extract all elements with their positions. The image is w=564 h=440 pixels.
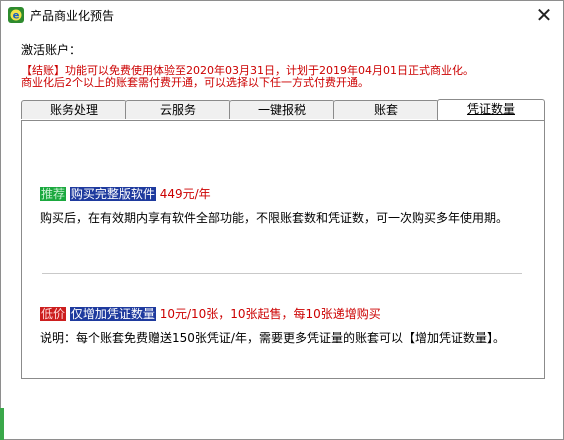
tab-tax-filing[interactable]: 一键报税 [229, 100, 335, 119]
tab-label: 账务处理 [49, 103, 98, 117]
offer-full-version: 推荐 购买完整版软件 449元/年 [40, 185, 211, 202]
recommend-badge: 推荐 [40, 187, 67, 201]
voucher-price: 10元/10张，10张起售，每10张递增购买 [159, 307, 381, 321]
account-label: 激活账户： [21, 43, 82, 57]
notice-text: 【结账】功能可以免费使用体验至2020年03月31日，计划于2019年04月01… [21, 65, 474, 89]
close-button[interactable]: ✕ [531, 3, 557, 27]
offer-voucher-addon: 低价 仅增加凭证数量 10元/10张，10张起售，每10张递增购买 [40, 305, 381, 322]
low-price-badge: 低价 [40, 307, 67, 321]
tab-accounting[interactable]: 账务处理 [21, 100, 127, 119]
buy-vouchers-link[interactable]: 仅增加凭证数量 [69, 307, 156, 321]
svg-text:e: e [13, 11, 20, 22]
close-icon: ✕ [535, 3, 553, 27]
tab-label: 账套 [373, 103, 398, 117]
tab-label: 一键报税 [257, 103, 306, 117]
full-version-price: 449元/年 [159, 187, 211, 201]
footer-area [1, 413, 563, 439]
app-logo-icon: e [8, 7, 24, 23]
window-title: 产品商业化预告 [30, 9, 115, 23]
tab-label: 云服务 [159, 103, 196, 117]
tab-voucher-quantity[interactable]: 凭证数量 [437, 99, 545, 120]
title-bar: e 产品商业化预告 ✕ [1, 1, 563, 29]
section-divider [42, 273, 522, 274]
buy-full-version-link[interactable]: 购买完整版软件 [69, 187, 156, 201]
tab-label: 凭证数量 [466, 102, 515, 116]
background-edge [0, 408, 4, 440]
tab-panel: 推荐 购买完整版软件 449元/年 购买后，在有效期内享有软件全部功能，不限账套… [21, 120, 545, 379]
notice-line-2: 商业化后2个以上的账套需付费开通，可以选择以下任一方式付费开通。 [21, 76, 369, 89]
dialog-window: e 产品商业化预告 ✕ 激活账户： 【结账】功能可以免费使用体验至2020年03… [0, 0, 564, 440]
tab-cloud-service[interactable]: 云服务 [125, 100, 231, 119]
full-version-description: 购买后，在有效期内享有软件全部功能，不限账套数和凭证数，可一次购买多年使用期。 [40, 211, 509, 225]
tab-account-sets[interactable]: 账套 [333, 100, 439, 119]
voucher-description: 说明：每个账套免费赠送150张凭证/年，需要更多凭证量的账套可以【增加凭证数量】… [40, 331, 505, 345]
tab-bar: 账务处理 云服务 一键报税 账套 凭证数量 [21, 99, 545, 120]
